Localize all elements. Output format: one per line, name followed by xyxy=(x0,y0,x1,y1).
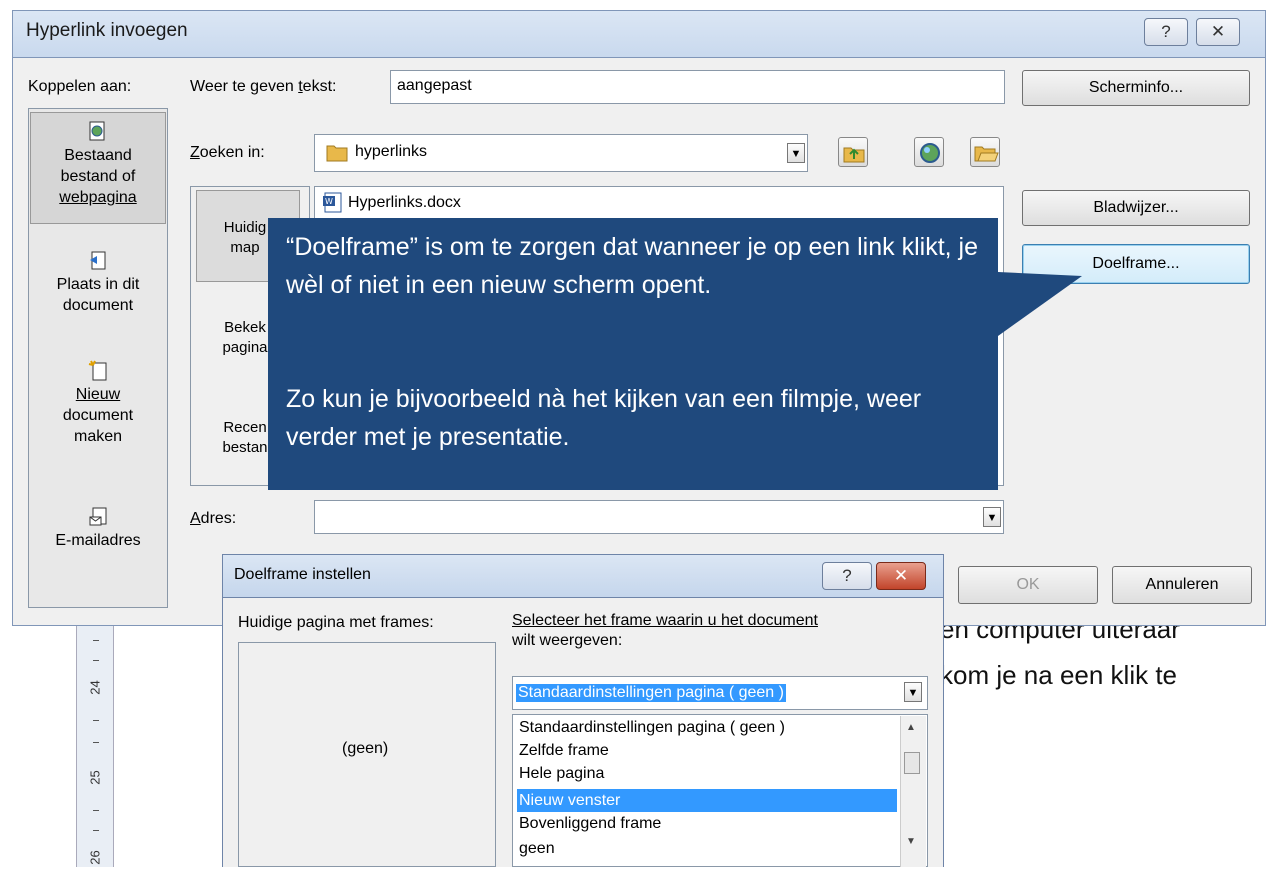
word-document-icon: W xyxy=(322,192,344,214)
up-folder-button[interactable] xyxy=(838,137,868,167)
current-page-frames-label: Huidige pagina met frames: xyxy=(238,614,434,631)
scroll-thumb[interactable] xyxy=(904,752,920,774)
select-frame-label: Selecteer het frame waarin u het documen… xyxy=(512,612,818,629)
address-input[interactable] xyxy=(314,500,1004,534)
link-type-place-in-document[interactable]: Plaats in dit document xyxy=(30,250,166,316)
help-button[interactable]: ? xyxy=(1144,18,1188,46)
bookmark-button[interactable]: Bladwijzer... xyxy=(1022,190,1250,226)
ruler-tick xyxy=(93,720,99,721)
frame-option-selected[interactable]: Nieuw venster xyxy=(517,789,897,812)
address-label: Adres: xyxy=(190,510,237,527)
ruler-number-24: 24 xyxy=(87,680,103,695)
link-type-existing-file[interactable]: Bestaand bestand of webpagina xyxy=(30,112,166,224)
browse-web-button[interactable] xyxy=(914,137,944,167)
frame-select-value: Standaardinstellingen pagina ( geen ) xyxy=(516,684,786,702)
ok-button[interactable]: OK xyxy=(958,566,1098,604)
target-frame-title: Doelframe instellen xyxy=(234,566,371,583)
callout-paragraph-2: Zo kun je bijvoorbeeld nà het kijken van… xyxy=(286,385,922,451)
screentip-button[interactable]: Scherminfo... xyxy=(1022,70,1250,106)
ruler-tick xyxy=(93,830,99,831)
ruler-tick xyxy=(93,810,99,811)
ruler-tick xyxy=(93,640,99,641)
display-text-input[interactable]: aangepast xyxy=(390,70,1005,104)
callout-paragraph-1: “Doelframe” is om te zorgen dat wanneer … xyxy=(286,233,978,299)
select-frame-label-2: wilt weergeven: xyxy=(512,632,623,649)
frame-option[interactable]: Hele pagina xyxy=(517,762,897,785)
look-in-dropdown[interactable]: hyperlinks xyxy=(314,134,808,172)
look-in-label: Zoeken in: xyxy=(190,144,265,161)
frame-option[interactable]: geen xyxy=(517,837,897,860)
frame-option[interactable]: Zelfde frame xyxy=(517,739,897,762)
display-text-label: Weer te geven tekst: xyxy=(190,78,337,95)
frame-select-chevron-down-icon[interactable]: ▼ xyxy=(904,682,922,702)
cancel-button[interactable]: Annuleren xyxy=(1112,566,1252,604)
document-text-line: kom je na een klik te xyxy=(940,660,1178,690)
close-button[interactable]: ✕ xyxy=(876,562,926,590)
callout-pointer xyxy=(998,272,1082,336)
file-web-icon xyxy=(88,121,108,143)
link-type-new-document[interactable]: Nieuw document maken xyxy=(30,360,166,447)
ruler-tick xyxy=(93,660,99,661)
email-icon xyxy=(88,506,108,528)
ruler-tick xyxy=(93,742,99,743)
scroll-down-icon[interactable]: ▼ xyxy=(906,836,916,847)
new-document-icon xyxy=(88,360,108,382)
frame-option[interactable]: Standaardinstellingen pagina ( geen ) xyxy=(517,716,897,739)
frame-preview-text: (geen) xyxy=(342,740,389,757)
dialog-titlebar xyxy=(12,10,1266,58)
folder-icon xyxy=(326,142,348,162)
dialog-title: Hyperlink invoegen xyxy=(26,20,188,41)
document-place-icon xyxy=(88,250,108,272)
file-item-hyperlinks-docx[interactable]: Hyperlinks.docx xyxy=(348,194,461,212)
browse-file-button[interactable] xyxy=(970,137,1000,167)
help-button[interactable]: ? xyxy=(822,562,872,590)
chevron-down-icon[interactable]: ▼ xyxy=(787,143,805,163)
svg-text:W: W xyxy=(325,197,333,206)
ruler-number-25: 25 xyxy=(87,770,103,785)
close-button[interactable]: ✕ xyxy=(1196,18,1240,46)
link-type-email[interactable]: E-mailadres xyxy=(30,506,166,551)
frame-option[interactable]: Bovenliggend frame xyxy=(517,812,897,835)
address-chevron-down-icon[interactable]: ▼ xyxy=(983,507,1001,527)
link-to-label: Koppelen aan: xyxy=(28,78,132,95)
scroll-up-icon[interactable]: ▲ xyxy=(906,722,916,733)
